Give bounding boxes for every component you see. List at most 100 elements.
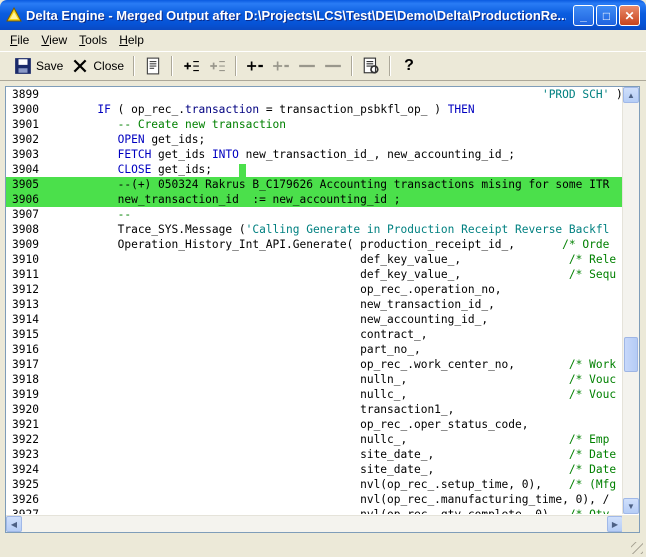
menu-view[interactable]: View (35, 33, 73, 47)
line-number: 3923 (12, 448, 39, 461)
close-label: Close (93, 59, 125, 73)
code-line[interactable]: 3903 FETCH get_ids INTO new_transaction_… (6, 147, 623, 162)
x-close-icon (73, 59, 87, 73)
code-line[interactable]: 3920 transaction1_, (6, 402, 623, 417)
line-code: site_date_, /* Date (57, 448, 617, 461)
code-line[interactable]: 3925 nvl(op_rec_.setup_time, 0), /* (Mfg (6, 477, 623, 492)
next-difference-button[interactable] (242, 55, 268, 77)
code-line[interactable]: 3916 part_no_, (6, 342, 623, 357)
line-number: 3921 (12, 418, 39, 431)
scroll-left-icon: ◀ (10, 519, 18, 529)
menu-file[interactable]: File (4, 33, 35, 47)
line-code: op_rec_.work_center_no, /* Work (57, 358, 617, 371)
prev-conflict-button[interactable] (204, 55, 230, 77)
code-line[interactable]: 3919 nullc_, /* Vouc (6, 387, 623, 402)
code-line[interactable]: 3906 new_transaction_id := new_accountin… (6, 192, 623, 207)
minimize-icon: _ (580, 8, 587, 23)
line-number: 3899 (12, 88, 39, 101)
prev-difference-button[interactable] (268, 55, 294, 77)
code-line[interactable]: 3912 op_rec_.operation_no, (6, 282, 623, 297)
line-number: 3902 (12, 133, 39, 146)
line-number: 3904 (12, 163, 39, 176)
help-button[interactable]: ? (396, 55, 422, 77)
last-difference-button[interactable] (320, 55, 346, 77)
save-button[interactable]: Save (10, 55, 67, 77)
code-line[interactable]: 3914 new_accounting_id_, (6, 312, 623, 327)
code-line[interactable]: 3927 nvl(op_rec_.qty_complete, 0), /* Qt… (6, 507, 623, 514)
line-code: nulln_, /* Vouc (57, 373, 617, 386)
code-line[interactable]: 3902 OPEN get_ids; (6, 132, 623, 147)
code-line[interactable]: 3908 Trace_SYS.Message ('Calling Generat… (6, 222, 623, 237)
line-code: contract_, (57, 328, 428, 341)
code-line[interactable]: 3923 site_date_, /* Date (6, 447, 623, 462)
close-button[interactable]: Close (67, 55, 128, 77)
delta-app-icon (6, 7, 22, 22)
line-code: new_accounting_id_, (57, 313, 489, 326)
code-line[interactable]: 3917 op_rec_.work_center_no, /* Work (6, 357, 623, 372)
code-line[interactable]: 3899 'PROD SCH' ) LOOP (6, 87, 623, 102)
line-number: 3925 (12, 478, 39, 491)
scrollbar-corner (622, 515, 639, 532)
resize-grip-icon[interactable] (631, 542, 643, 554)
line-code: nullc_, /* Emp (57, 433, 610, 446)
maximize-button[interactable]: □ (596, 5, 617, 26)
first-difference-button[interactable] (294, 55, 320, 77)
line-number: 3917 (12, 358, 39, 371)
vertical-scrollbar[interactable]: ▲ ▼ (622, 87, 639, 514)
compare-button[interactable] (358, 55, 384, 77)
line-number: 3924 (12, 463, 39, 476)
code-line[interactable]: 3909 Operation_History_Int_API.Generate(… (6, 237, 623, 252)
save-label: Save (36, 59, 64, 73)
line-code: op_rec_.operation_no, (57, 283, 502, 296)
merge-marker (238, 163, 246, 177)
code-line[interactable]: 3904 CLOSE get_ids; (6, 162, 623, 177)
code-line[interactable]: 3922 nullc_, /* Emp (6, 432, 623, 447)
status-bar (0, 537, 646, 557)
menu-help[interactable]: Help (113, 33, 150, 47)
code-line[interactable]: 3915 contract_, (6, 327, 623, 342)
code-line[interactable]: 3910 def_key_value_, /* Rele (6, 252, 623, 267)
scroll-right-button[interactable]: ▶ (607, 516, 623, 532)
code-line[interactable]: 3905 --(+) 050324 Rakrus B_C179626 Accou… (6, 177, 623, 192)
code-line[interactable]: 3918 nulln_, /* Vouc (6, 372, 623, 387)
code-line[interactable]: 3924 site_date_, /* Date (6, 462, 623, 477)
view-document-button[interactable] (140, 55, 166, 77)
menu-file-label: ile (17, 33, 30, 47)
line-number: 3909 (12, 238, 39, 251)
horizontal-scrollbar[interactable]: ◀ ▶ (6, 515, 623, 532)
code-line[interactable]: 3900 IF ( op_rec_.transaction = transact… (6, 102, 623, 117)
code-area[interactable]: 3899 'PROD SCH' ) LOOP3900 IF ( op_rec_.… (6, 87, 623, 514)
prev-difference-icon (273, 61, 289, 71)
code-line[interactable]: 3921 op_rec_.oper_status_code, (6, 417, 623, 432)
next-conflict-button[interactable] (178, 55, 204, 77)
scroll-down-icon: ▼ (627, 501, 635, 511)
close-window-button[interactable]: ✕ (619, 5, 640, 26)
code-line[interactable]: 3907 -- (6, 207, 623, 222)
code-line[interactable]: 3926 nvl(op_rec_.manufacturing_time, 0),… (6, 492, 623, 507)
close-icon: ✕ (624, 8, 635, 23)
title-bar[interactable]: Delta Engine - Merged Output after D:\Pr… (0, 0, 646, 30)
line-number: 3912 (12, 283, 39, 296)
line-number: 3906 (12, 193, 39, 206)
line-number: 3911 (12, 268, 39, 281)
line-number: 3927 (12, 507, 56, 514)
line-code: new_transaction_id := new_accounting_id … (57, 193, 401, 206)
toolbar: Save Close ? (0, 51, 646, 81)
minimize-button[interactable]: _ (573, 5, 594, 26)
line-number: 3916 (12, 343, 39, 356)
help-icon: ? (404, 57, 414, 74)
vertical-scroll-thumb[interactable] (624, 337, 638, 372)
scroll-left-button[interactable]: ◀ (6, 516, 22, 532)
code-line[interactable]: 3911 def_key_value_, /* Sequ (6, 267, 623, 282)
scroll-up-button[interactable]: ▲ (623, 87, 639, 103)
code-line[interactable]: 3901 -- Create new transaction (6, 117, 623, 132)
scroll-right-icon: ▶ (611, 519, 619, 529)
line-code: CLOSE get_ids; (57, 162, 246, 177)
merged-output-editor[interactable]: 3899 'PROD SCH' ) LOOP3900 IF ( op_rec_.… (5, 86, 640, 533)
code-line[interactable]: 3913 new_transaction_id_, (6, 297, 623, 312)
line-number: 3913 (12, 298, 39, 311)
line-number: 3910 (12, 253, 39, 266)
menu-tools[interactable]: Tools (73, 33, 113, 47)
maximize-icon: □ (602, 8, 611, 23)
scroll-down-button[interactable]: ▼ (623, 498, 639, 514)
